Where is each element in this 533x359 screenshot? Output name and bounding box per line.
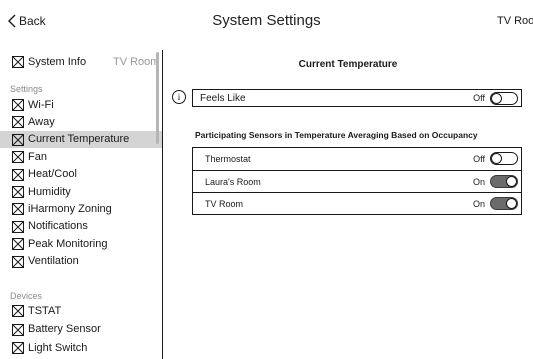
sensor-toggle[interactable] <box>490 197 518 210</box>
section-title: Current Temperature <box>298 59 398 70</box>
placeholder-x-icon <box>12 323 24 336</box>
page-title: System Settings <box>212 12 321 29</box>
device-item-label: Light Switch <box>28 341 88 354</box>
feels-like-state: Off <box>473 93 485 103</box>
sidebar-item-ventilation[interactable]: Ventilation <box>0 253 162 270</box>
sensor-row-tv-room: TV Room On <box>193 192 521 214</box>
placeholder-x-icon <box>12 133 24 146</box>
sensor-list: Thermostat Off Laura's Room On TV Room On <box>192 147 522 215</box>
sidebar-item-label: Current Temperature <box>28 133 130 146</box>
sidebar-item-label: Peak Monitoring <box>28 237 108 250</box>
sensor-row-laura-s-room: Laura's Room On <box>193 170 521 192</box>
sidebar-item-label: Fan <box>28 150 47 163</box>
placeholder-x-icon <box>12 255 24 268</box>
feels-like-toggle[interactable] <box>490 92 518 105</box>
toggle-knob <box>491 93 502 104</box>
sidebar-item-label: Notifications <box>28 220 88 233</box>
toggle-knob <box>491 153 502 164</box>
placeholder-x-icon <box>12 151 24 164</box>
sensor-state: On <box>472 177 485 187</box>
sidebar-item-peak-monitoring[interactable]: Peak Monitoring <box>0 235 162 252</box>
sensor-label: Thermostat <box>205 154 251 164</box>
sensor-row-thermostat: Thermostat Off <box>193 148 521 170</box>
sidebar-item-current-temperature[interactable]: Current Temperature <box>0 130 162 148</box>
sensor-state: Off <box>473 154 485 164</box>
sidebar-item-label: Humidity <box>28 185 71 198</box>
sidebar-item-away[interactable]: Away <box>0 113 162 130</box>
toggle-knob <box>506 198 517 209</box>
placeholder-x-icon <box>12 342 24 354</box>
sidebar-item-label: System Info <box>28 55 87 68</box>
sidebar-item-label: Wi-Fi <box>28 98 54 111</box>
sensor-label: TV Room <box>205 199 244 209</box>
sensor-toggle[interactable] <box>490 175 518 188</box>
device-item-light-switch[interactable]: Light Switch <box>0 339 162 356</box>
sidebar-item-label: Away <box>28 115 55 128</box>
sensor-state: On <box>472 199 485 209</box>
feels-like-label: Feels Like <box>200 93 246 104</box>
sidebar-item-label: Ventilation <box>28 255 79 268</box>
info-icon[interactable]: i <box>172 90 186 104</box>
devices-section-label: Devices <box>10 291 43 301</box>
placeholder-x-icon <box>12 116 24 129</box>
sidebar-item-heat-cool[interactable]: Heat/Cool <box>0 166 162 183</box>
sidebar-item-wi-fi[interactable]: Wi-Fi <box>0 96 162 113</box>
placeholder-x-icon <box>12 56 24 68</box>
sidebar-item-label: iHarmony Zoning <box>28 202 112 215</box>
top-bar: Back System Settings TV Roo <box>0 0 533 44</box>
placeholder-x-icon <box>12 220 24 233</box>
sidebar-scrollbar[interactable] <box>156 52 159 144</box>
sidebar-item-label: Heat/Cool <box>28 168 77 181</box>
device-item-battery-sensor[interactable]: Battery Sensor <box>0 321 162 338</box>
device-item-label: TSTAT <box>28 304 62 317</box>
sidebar-item-humidity[interactable]: Humidity <box>0 183 162 200</box>
device-item-label: Battery Sensor <box>28 323 101 335</box>
sidebar: System Info TV Room Settings Wi-Fi Away Cu… <box>0 44 162 359</box>
sidebar-divider <box>162 50 163 359</box>
sensor-label: Laura's Room <box>205 177 261 187</box>
sidebar-item-iharmony-zoning[interactable]: iHarmony Zoning <box>0 200 162 217</box>
sidebar-item-system-info[interactable]: System Info TV Room <box>0 53 162 70</box>
placeholder-x-icon <box>12 168 24 181</box>
device-item-tstat[interactable]: TSTAT <box>0 302 162 319</box>
toggle-knob <box>506 176 517 187</box>
sidebar-item-notifications[interactable]: Notifications <box>0 218 162 235</box>
placeholder-x-icon <box>12 99 24 111</box>
sidebar-item-fan[interactable]: Fan <box>0 148 162 165</box>
placeholder-x-icon <box>12 203 24 216</box>
settings-section-label: Settings <box>10 84 43 94</box>
sensors-heading: Participating Sensors in Temperature Ave… <box>195 130 478 140</box>
room-selector[interactable]: TV Roo <box>497 15 533 27</box>
placeholder-x-icon <box>12 305 24 317</box>
placeholder-x-icon <box>12 186 24 198</box>
placeholder-x-icon <box>12 238 24 251</box>
sidebar-item-room: TV Room <box>113 55 160 68</box>
sensor-toggle[interactable] <box>490 152 518 165</box>
feels-like-row: Feels Like Off <box>192 89 522 107</box>
